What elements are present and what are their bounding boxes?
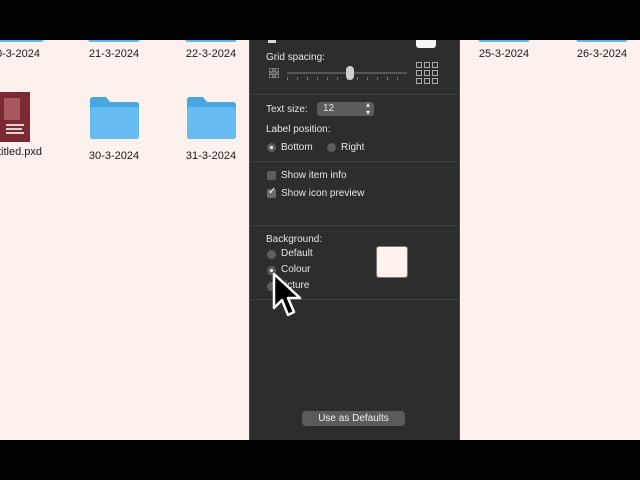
label-position-bottom-radio[interactable] bbox=[267, 143, 276, 152]
folder-icon bbox=[88, 40, 140, 42]
divider bbox=[250, 225, 459, 226]
use-as-defaults-label: Use as Defaults bbox=[318, 413, 389, 424]
show-item-info-checkbox[interactable] bbox=[267, 171, 276, 180]
large-grid-icon bbox=[416, 62, 438, 84]
view-options-panel: Grid spacing: Text size: 12 ▴ ▾ Label pos… bbox=[249, 40, 460, 440]
folder-icon bbox=[187, 97, 236, 139]
text-size-label: Text size: bbox=[266, 104, 308, 115]
text-size-value: 12 bbox=[323, 103, 335, 114]
folder-label: 22-3-2024 bbox=[185, 48, 237, 60]
show-icon-preview-checkbox[interactable] bbox=[267, 186, 276, 198]
background-label: Background: bbox=[266, 234, 323, 245]
folder-item[interactable]: 30-3-2024 bbox=[68, 96, 160, 162]
icon-size-slider-partial[interactable] bbox=[268, 40, 276, 43]
show-item-info-label[interactable]: Show item info bbox=[281, 170, 347, 181]
folder-label: 31-3-2024 bbox=[185, 150, 237, 162]
file-label: titled.pxd bbox=[0, 146, 43, 158]
divider bbox=[250, 161, 459, 162]
folder-item[interactable]: 25-3-2024 bbox=[458, 40, 550, 60]
label-position-right-radio[interactable] bbox=[327, 143, 336, 152]
folder-label: 26-3-2024 bbox=[576, 48, 628, 60]
folder-item[interactable]: 26-3-2024 bbox=[556, 40, 640, 60]
label-position-right-text[interactable]: Right bbox=[341, 142, 364, 153]
text-size-select[interactable]: 12 ▴ ▾ bbox=[317, 100, 374, 117]
background-default-radio[interactable] bbox=[267, 250, 276, 259]
use-as-defaults-button[interactable]: Use as Defaults bbox=[302, 411, 405, 426]
icon-size-swatch[interactable] bbox=[416, 40, 436, 48]
folder-icon bbox=[90, 97, 139, 139]
label-position-label: Label position: bbox=[266, 124, 331, 135]
folder-icon bbox=[0, 40, 44, 42]
label-position-bottom-text[interactable]: Bottom bbox=[281, 142, 313, 153]
folder-icon bbox=[478, 40, 530, 42]
show-icon-preview-label[interactable]: Show icon preview bbox=[281, 188, 364, 199]
folder-label: 30-3-2024 bbox=[88, 150, 140, 162]
divider bbox=[250, 94, 459, 95]
folder-item[interactable]: 31-3-2024 bbox=[165, 96, 257, 162]
slider-thumb[interactable] bbox=[346, 66, 354, 80]
folder-label: 25-3-2024 bbox=[478, 48, 530, 60]
folder-item[interactable]: 22-3-2024 bbox=[165, 40, 257, 60]
folder-item[interactable]: 0-3-2024 bbox=[0, 40, 64, 60]
grid-spacing-slider[interactable] bbox=[287, 66, 407, 80]
grid-spacing-label: Grid spacing: bbox=[266, 52, 325, 63]
folder-label: 0-3-2024 bbox=[0, 48, 41, 60]
folder-item[interactable]: 21-3-2024 bbox=[68, 40, 160, 60]
small-grid-icon bbox=[269, 68, 279, 78]
mouse-cursor-icon bbox=[272, 272, 302, 317]
background-colour-swatch[interactable] bbox=[376, 246, 408, 278]
chevron-updown-icon: ▴ ▾ bbox=[365, 100, 370, 117]
folder-icon bbox=[185, 40, 237, 42]
background-default-text[interactable]: Default bbox=[281, 248, 313, 259]
pxd-file-thumbnail-icon bbox=[0, 92, 30, 142]
folder-icon bbox=[576, 40, 628, 42]
file-item[interactable]: titled.pxd bbox=[0, 92, 70, 158]
folder-label: 21-3-2024 bbox=[88, 48, 140, 60]
